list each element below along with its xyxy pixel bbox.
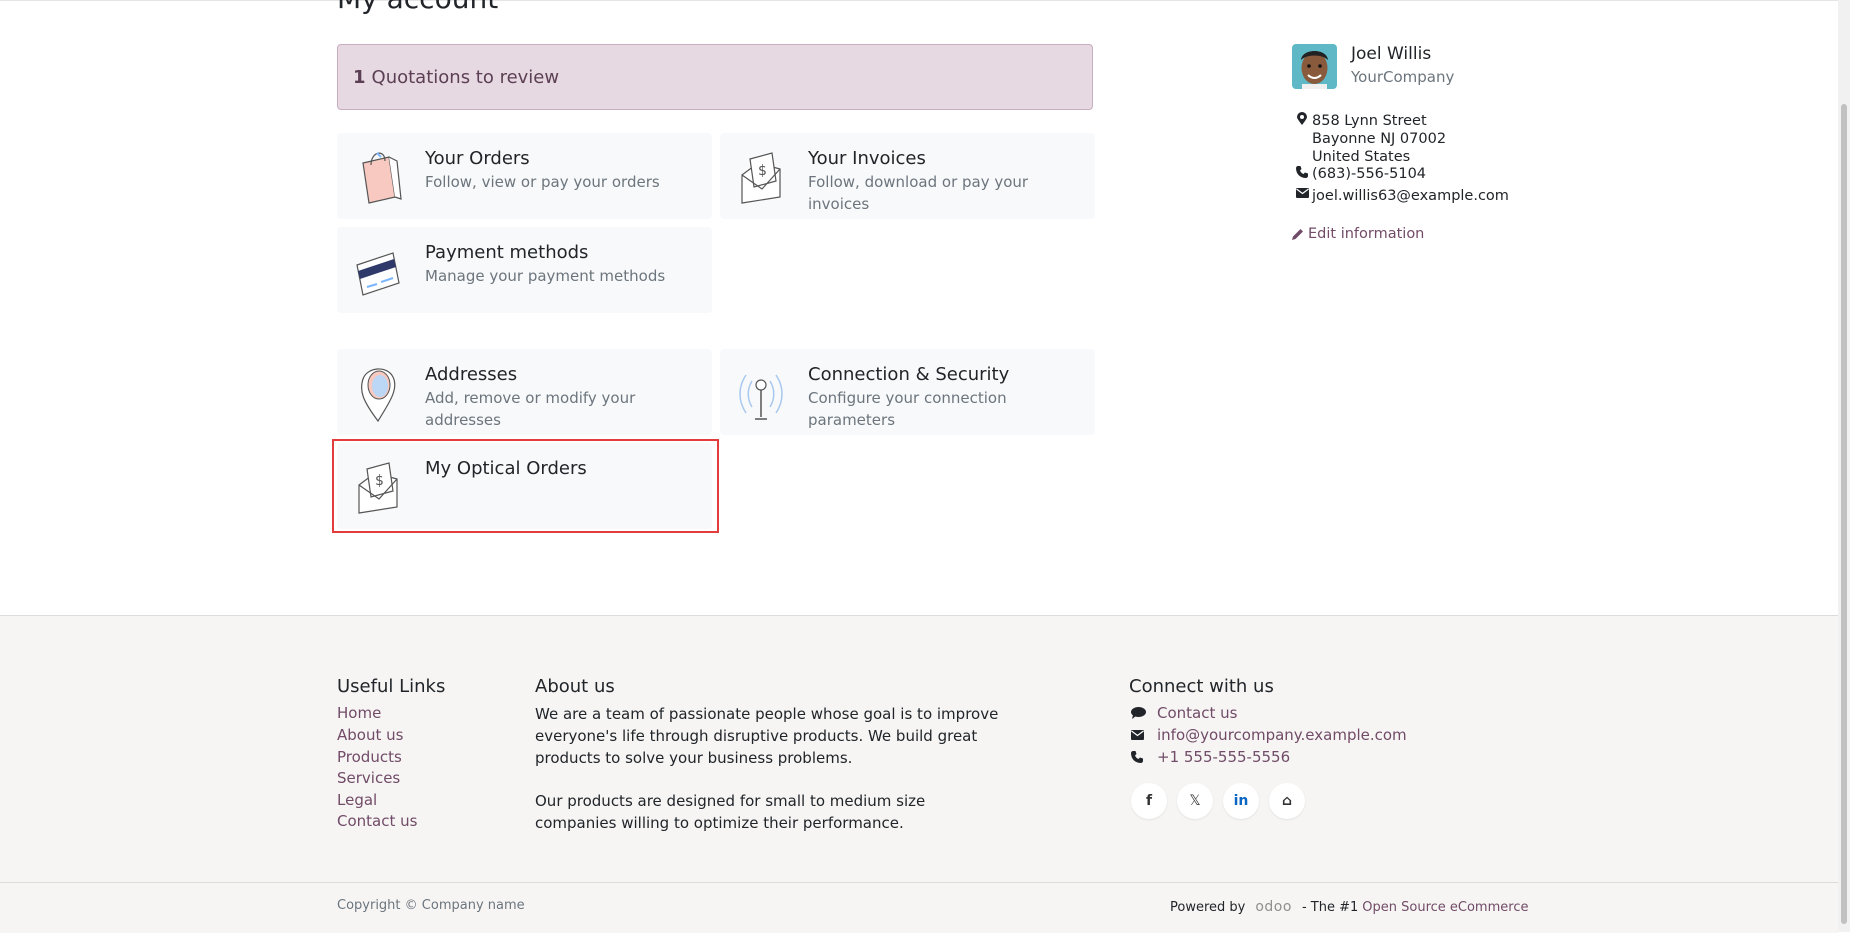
profile-phone: (683)-556-5104 <box>1312 166 1427 182</box>
avatar[interactable] <box>1292 44 1337 89</box>
edit-information-label: Edit information <box>1308 226 1425 242</box>
footer-link-services[interactable]: Services <box>337 769 400 787</box>
about-us-title: About us <box>535 676 615 697</box>
profile-name: Joel Willis <box>1351 44 1432 64</box>
contact-email-link[interactable]: info@yourcompany.example.com <box>1157 726 1407 744</box>
scrollbar-thumb[interactable] <box>1841 104 1847 924</box>
card-connection-security[interactable]: Connection & Security Configure your con… <box>720 349 1095 435</box>
odoo-logo[interactable]: odoo <box>1255 899 1292 915</box>
copyright-text: Copyright © Company name <box>337 898 525 913</box>
profile-email: joel.willis63@example.com <box>1312 188 1509 204</box>
phone-icon <box>1131 751 1157 763</box>
footer-link-products[interactable]: Products <box>337 748 402 766</box>
footer-link-legal[interactable]: Legal <box>337 791 377 809</box>
envelope-icon <box>1292 188 1312 198</box>
card-subtitle: Follow, download or pay your invoices <box>808 173 1029 213</box>
card-subtitle: Add, remove or modify your addresses <box>425 389 636 429</box>
open-source-ecommerce-link[interactable]: Open Source eCommerce <box>1362 900 1528 915</box>
envelope-icon <box>1131 730 1157 740</box>
card-subtitle: Follow, view or pay your orders <box>425 173 660 191</box>
home-icon[interactable]: ⌂ <box>1269 783 1305 819</box>
footer-link-home[interactable]: Home <box>337 704 381 722</box>
selection-highlight <box>332 439 719 533</box>
card-title: Your Invoices <box>808 148 926 169</box>
card-your-orders[interactable]: Your Orders Follow, view or pay your ord… <box>337 133 712 219</box>
contact-email-row[interactable]: info@yourcompany.example.com <box>1131 726 1407 744</box>
page-title: My account <box>337 0 498 14</box>
linkedin-icon[interactable]: in <box>1223 783 1259 819</box>
shopping-bag-icon <box>362 152 402 204</box>
powered-by: Powered by odoo - The #1 Open Source eCo… <box>1170 899 1528 915</box>
profile-phone-row: (683)-556-5104 <box>1292 166 1426 182</box>
quotations-alert[interactable]: 1 Quotations to review <box>337 44 1093 110</box>
profile-address: 858 Lynn Street Bayonne NJ 07002 United … <box>1292 112 1446 166</box>
contact-phone-link[interactable]: +1 555-555-5556 <box>1157 748 1290 766</box>
map-pin-icon <box>360 368 396 423</box>
page-scrollbar[interactable] <box>1838 0 1850 932</box>
useful-links-title: Useful Links <box>337 676 446 697</box>
powered-by-label: Powered by <box>1170 899 1246 915</box>
card-subtitle: Manage your payment methods <box>425 267 666 285</box>
address-line-3: United States <box>1312 149 1411 165</box>
footer-link-about-us[interactable]: About us <box>337 726 403 744</box>
about-us-paragraph-2: Our products are designed for small to m… <box>535 792 926 832</box>
profile-company: YourCompany <box>1351 68 1455 86</box>
address-line-1: 858 Lynn Street <box>1312 113 1427 129</box>
facebook-icon[interactable]: f <box>1131 783 1167 819</box>
footer: Useful Links Home About us Products Serv… <box>0 615 1838 933</box>
contact-us-row[interactable]: Contact us <box>1131 704 1237 722</box>
credit-card-icon <box>356 252 400 296</box>
svg-text:$: $ <box>758 163 767 179</box>
edit-information-link[interactable]: Edit information <box>1292 226 1424 242</box>
card-title: Your Orders <box>425 148 530 169</box>
pencil-icon <box>1292 228 1308 240</box>
contact-phone-row[interactable]: +1 555-555-5556 <box>1131 748 1290 766</box>
footer-link-contact-us[interactable]: Contact us <box>337 812 417 830</box>
top-divider <box>0 0 1838 3</box>
address-line-2: Bayonne NJ 07002 <box>1312 131 1447 147</box>
card-title: Payment methods <box>425 242 589 263</box>
tagline-prefix: - The #1 <box>1301 899 1359 915</box>
invoice-envelope-icon: $ <box>741 152 781 204</box>
phone-icon <box>1292 166 1312 178</box>
map-marker-icon <box>1292 112 1312 125</box>
card-title: Addresses <box>425 364 518 385</box>
profile-email-row: joel.willis63@example.com <box>1292 188 1509 204</box>
quotations-label: Quotations to review <box>371 66 560 88</box>
card-payment-methods[interactable]: Payment methods Manage your payment meth… <box>337 227 712 313</box>
card-your-invoices[interactable]: $ Your Invoices Follow, download or pay … <box>720 133 1095 219</box>
contact-us-link[interactable]: Contact us <box>1157 704 1237 722</box>
card-subtitle: Configure your connection parameters <box>808 389 1007 429</box>
connect-title: Connect with us <box>1129 676 1274 697</box>
card-addresses[interactable]: Addresses Add, remove or modify your add… <box>337 349 712 435</box>
quotations-count: 1 <box>353 66 366 88</box>
x-twitter-icon[interactable]: 𝕏 <box>1177 783 1213 819</box>
chat-bubble-icon <box>1131 707 1157 719</box>
footer-divider <box>0 882 1838 883</box>
antenna-signal-icon <box>739 374 783 420</box>
about-us-paragraph-1: We are a team of passionate people whose… <box>535 705 999 767</box>
card-title: Connection & Security <box>808 364 1010 385</box>
